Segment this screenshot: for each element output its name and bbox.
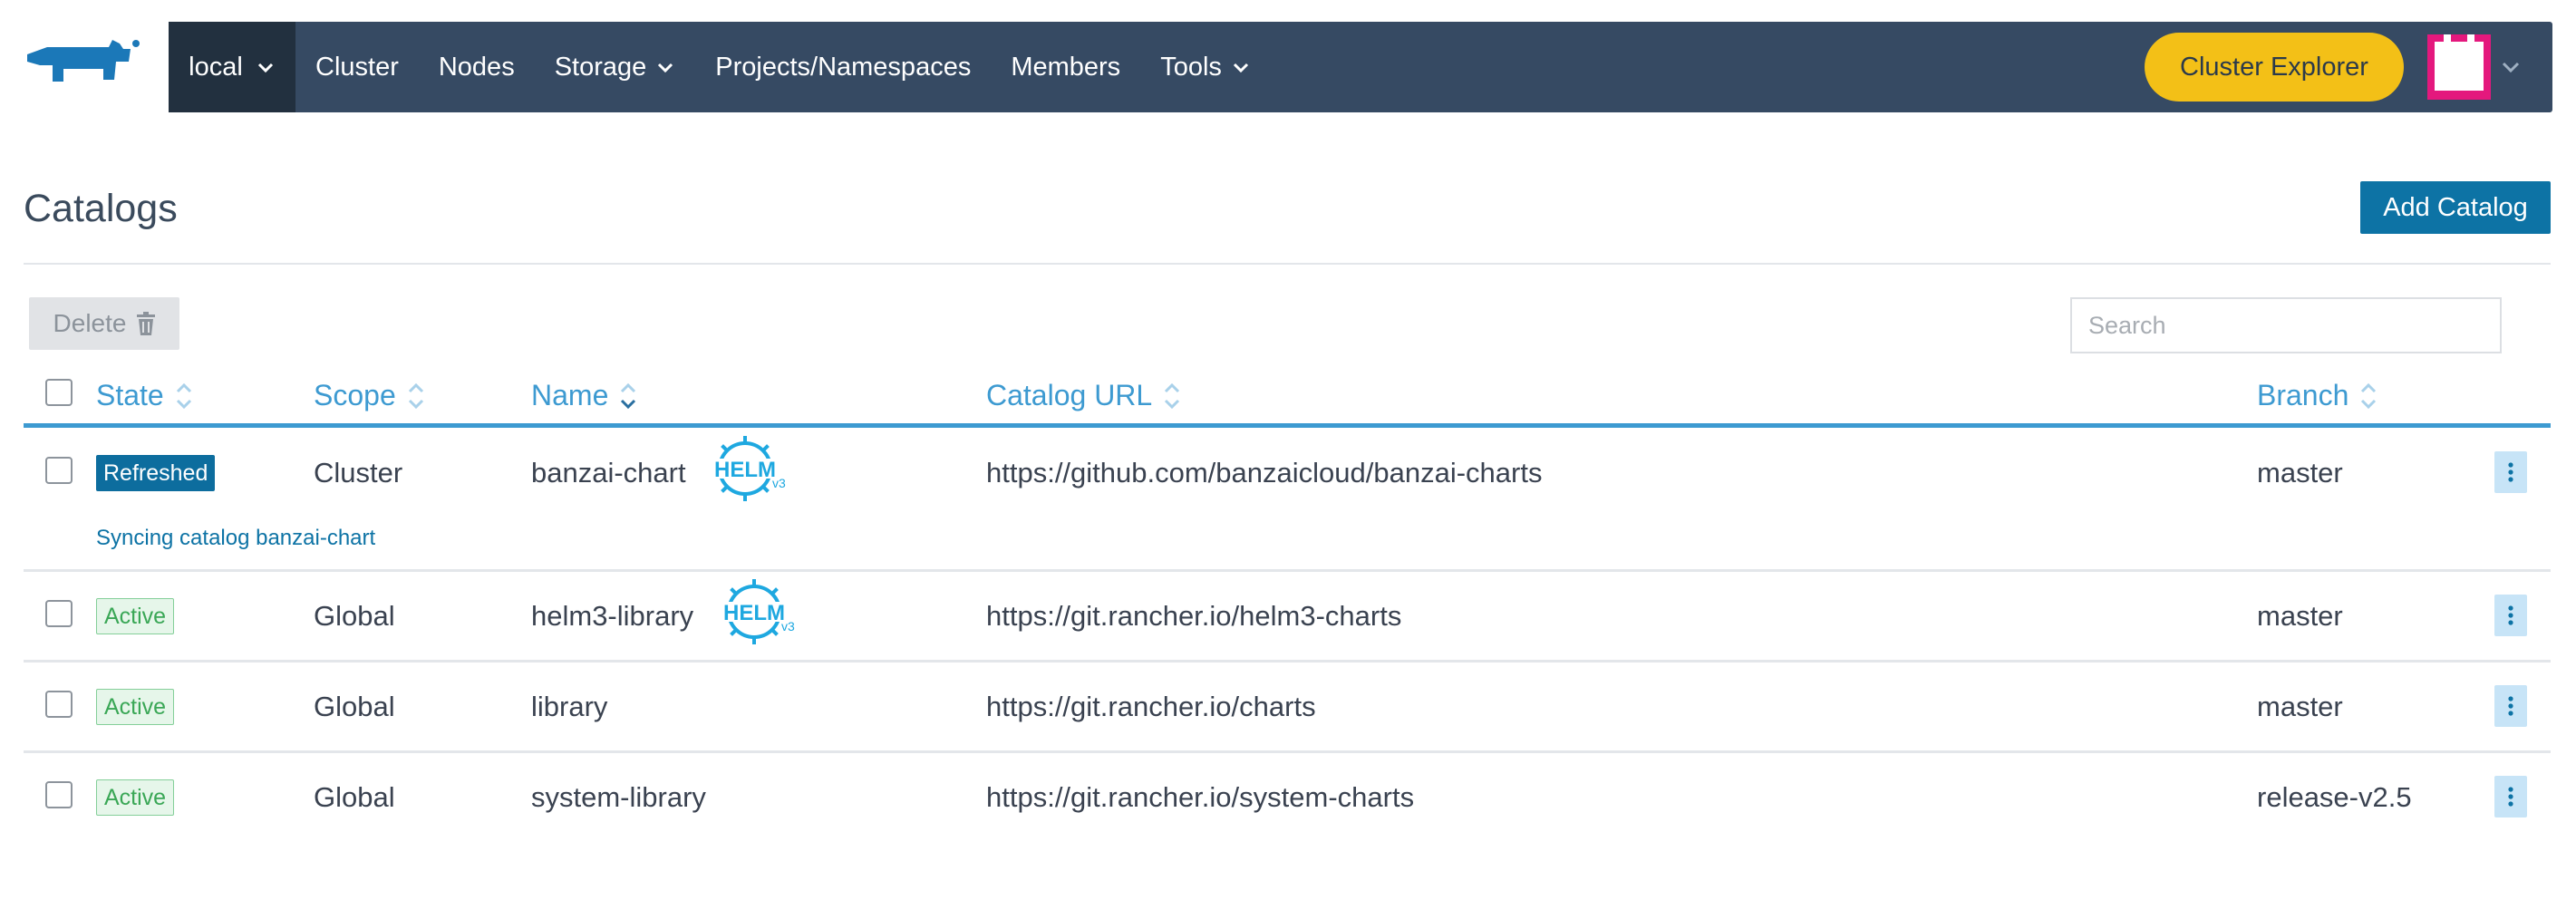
rancher-logo-icon[interactable] — [22, 34, 149, 98]
branch-cell: master — [2257, 691, 2343, 722]
column-header-label: State — [96, 379, 164, 411]
name-cell: system-library — [531, 781, 706, 813]
avatar-icon[interactable] — [2427, 34, 2491, 100]
nav-item-tools[interactable]: Tools — [1160, 53, 1251, 82]
column-header-scope[interactable]: Scope — [314, 379, 425, 412]
more-vertical-icon — [2508, 605, 2513, 625]
column-header-label: Catalog URL — [986, 379, 1153, 411]
catalog-url-cell: https://git.rancher.io/helm3-charts — [986, 600, 1402, 632]
nav-label: Tools — [1160, 52, 1222, 82]
table-header-underline — [24, 423, 2551, 428]
chevron-down-icon — [257, 63, 273, 73]
branch-cell: release-v2.5 — [2257, 781, 2412, 813]
helm-version: v3 — [781, 619, 795, 634]
sort-icon — [621, 382, 636, 409]
column-header-label: Name — [531, 379, 609, 411]
row-checkbox[interactable] — [45, 600, 73, 627]
select-all-checkbox[interactable] — [45, 379, 73, 406]
sort-icon — [408, 382, 423, 409]
catalog-url-cell: https://git.rancher.io/system-charts — [986, 781, 1415, 813]
row-actions-button[interactable] — [2494, 685, 2527, 727]
branch-cell: master — [2257, 457, 2343, 489]
status-badge: Active — [96, 689, 175, 725]
status-badge: Active — [96, 779, 175, 816]
row-divider — [24, 750, 2551, 753]
scope-cell: Global — [314, 781, 395, 813]
name-cell: banzai-chart — [531, 457, 686, 489]
nav-label: Storage — [554, 52, 647, 82]
row-checkbox[interactable] — [45, 457, 73, 484]
name-cell: helm3-library — [531, 600, 694, 632]
column-header-name[interactable]: Name — [531, 379, 637, 412]
nav-label: Projects/Namespaces — [715, 52, 972, 82]
search-input[interactable] — [2070, 297, 2502, 353]
add-catalog-button[interactable]: Add Catalog — [2360, 181, 2551, 234]
main-nav: Cluster Nodes Storage Projects/Namespaces Me… — [295, 22, 1291, 112]
branch-cell: master — [2257, 600, 2343, 632]
trash-icon — [137, 312, 156, 335]
helm-v3-icon: HELMv3 — [720, 579, 795, 644]
helm-word: HELM — [714, 458, 776, 482]
sort-icon — [176, 382, 191, 409]
top-navigation-bar: local Cluster Nodes Storage Projects/Namesp… — [169, 22, 2552, 112]
divider — [24, 263, 2551, 265]
status-badge: Refreshed — [96, 455, 216, 491]
column-header-label: Branch — [2257, 379, 2349, 411]
row-divider — [24, 569, 2551, 572]
column-header-branch[interactable]: Branch — [2257, 379, 2377, 412]
cluster-explorer-button[interactable]: Cluster Explorer — [2145, 33, 2404, 102]
column-header-catalog-url[interactable]: Catalog URL — [986, 379, 1181, 412]
helm-v3-icon: HELMv3 — [711, 436, 786, 501]
cluster-switcher[interactable]: local — [169, 22, 295, 112]
nav-item-cluster[interactable]: Cluster — [315, 53, 399, 82]
chevron-down-icon — [1233, 63, 1248, 73]
scope-cell: Global — [314, 600, 395, 632]
helm-version: v3 — [772, 476, 786, 490]
nav-label: Nodes — [438, 52, 515, 82]
column-header-state[interactable]: State — [96, 379, 193, 412]
nav-item-members[interactable]: Members — [1011, 53, 1120, 82]
avatar-chevron-icon[interactable] — [2500, 56, 2522, 78]
sort-icon — [2361, 382, 2377, 409]
cluster-name: local — [189, 52, 243, 82]
chevron-down-icon — [658, 63, 673, 73]
helm-word: HELM — [723, 601, 785, 625]
row-checkbox[interactable] — [45, 691, 73, 718]
more-vertical-icon — [2508, 696, 2513, 716]
row-divider — [24, 660, 2551, 663]
scope-cell: Global — [314, 691, 395, 722]
catalog-url-cell: https://git.rancher.io/charts — [986, 691, 1316, 722]
row-actions-button[interactable] — [2494, 451, 2527, 493]
row-checkbox[interactable] — [45, 781, 73, 808]
nav-item-projects-namespaces[interactable]: Projects/Namespaces — [715, 53, 971, 82]
row-actions-button[interactable] — [2494, 595, 2527, 636]
nav-label: Members — [1011, 52, 1121, 82]
name-cell: library — [531, 691, 608, 722]
sync-message: Syncing catalog banzai-chart — [96, 526, 376, 550]
catalog-url-cell: https://github.com/banzaicloud/banzai-ch… — [986, 457, 1543, 489]
delete-button[interactable]: Delete — [29, 297, 179, 350]
scope-cell: Cluster — [314, 457, 403, 489]
nav-item-nodes[interactable]: Nodes — [439, 53, 515, 82]
delete-label: Delete — [53, 309, 127, 337]
more-vertical-icon — [2508, 462, 2513, 482]
column-header-label: Scope — [314, 379, 396, 411]
nav-item-storage[interactable]: Storage — [555, 53, 676, 82]
status-badge: Active — [96, 598, 175, 634]
row-actions-button[interactable] — [2494, 776, 2527, 817]
page-title: Catalogs — [24, 187, 178, 230]
sort-icon — [1165, 382, 1180, 409]
more-vertical-icon — [2508, 787, 2513, 807]
nav-label: Cluster — [315, 52, 399, 82]
